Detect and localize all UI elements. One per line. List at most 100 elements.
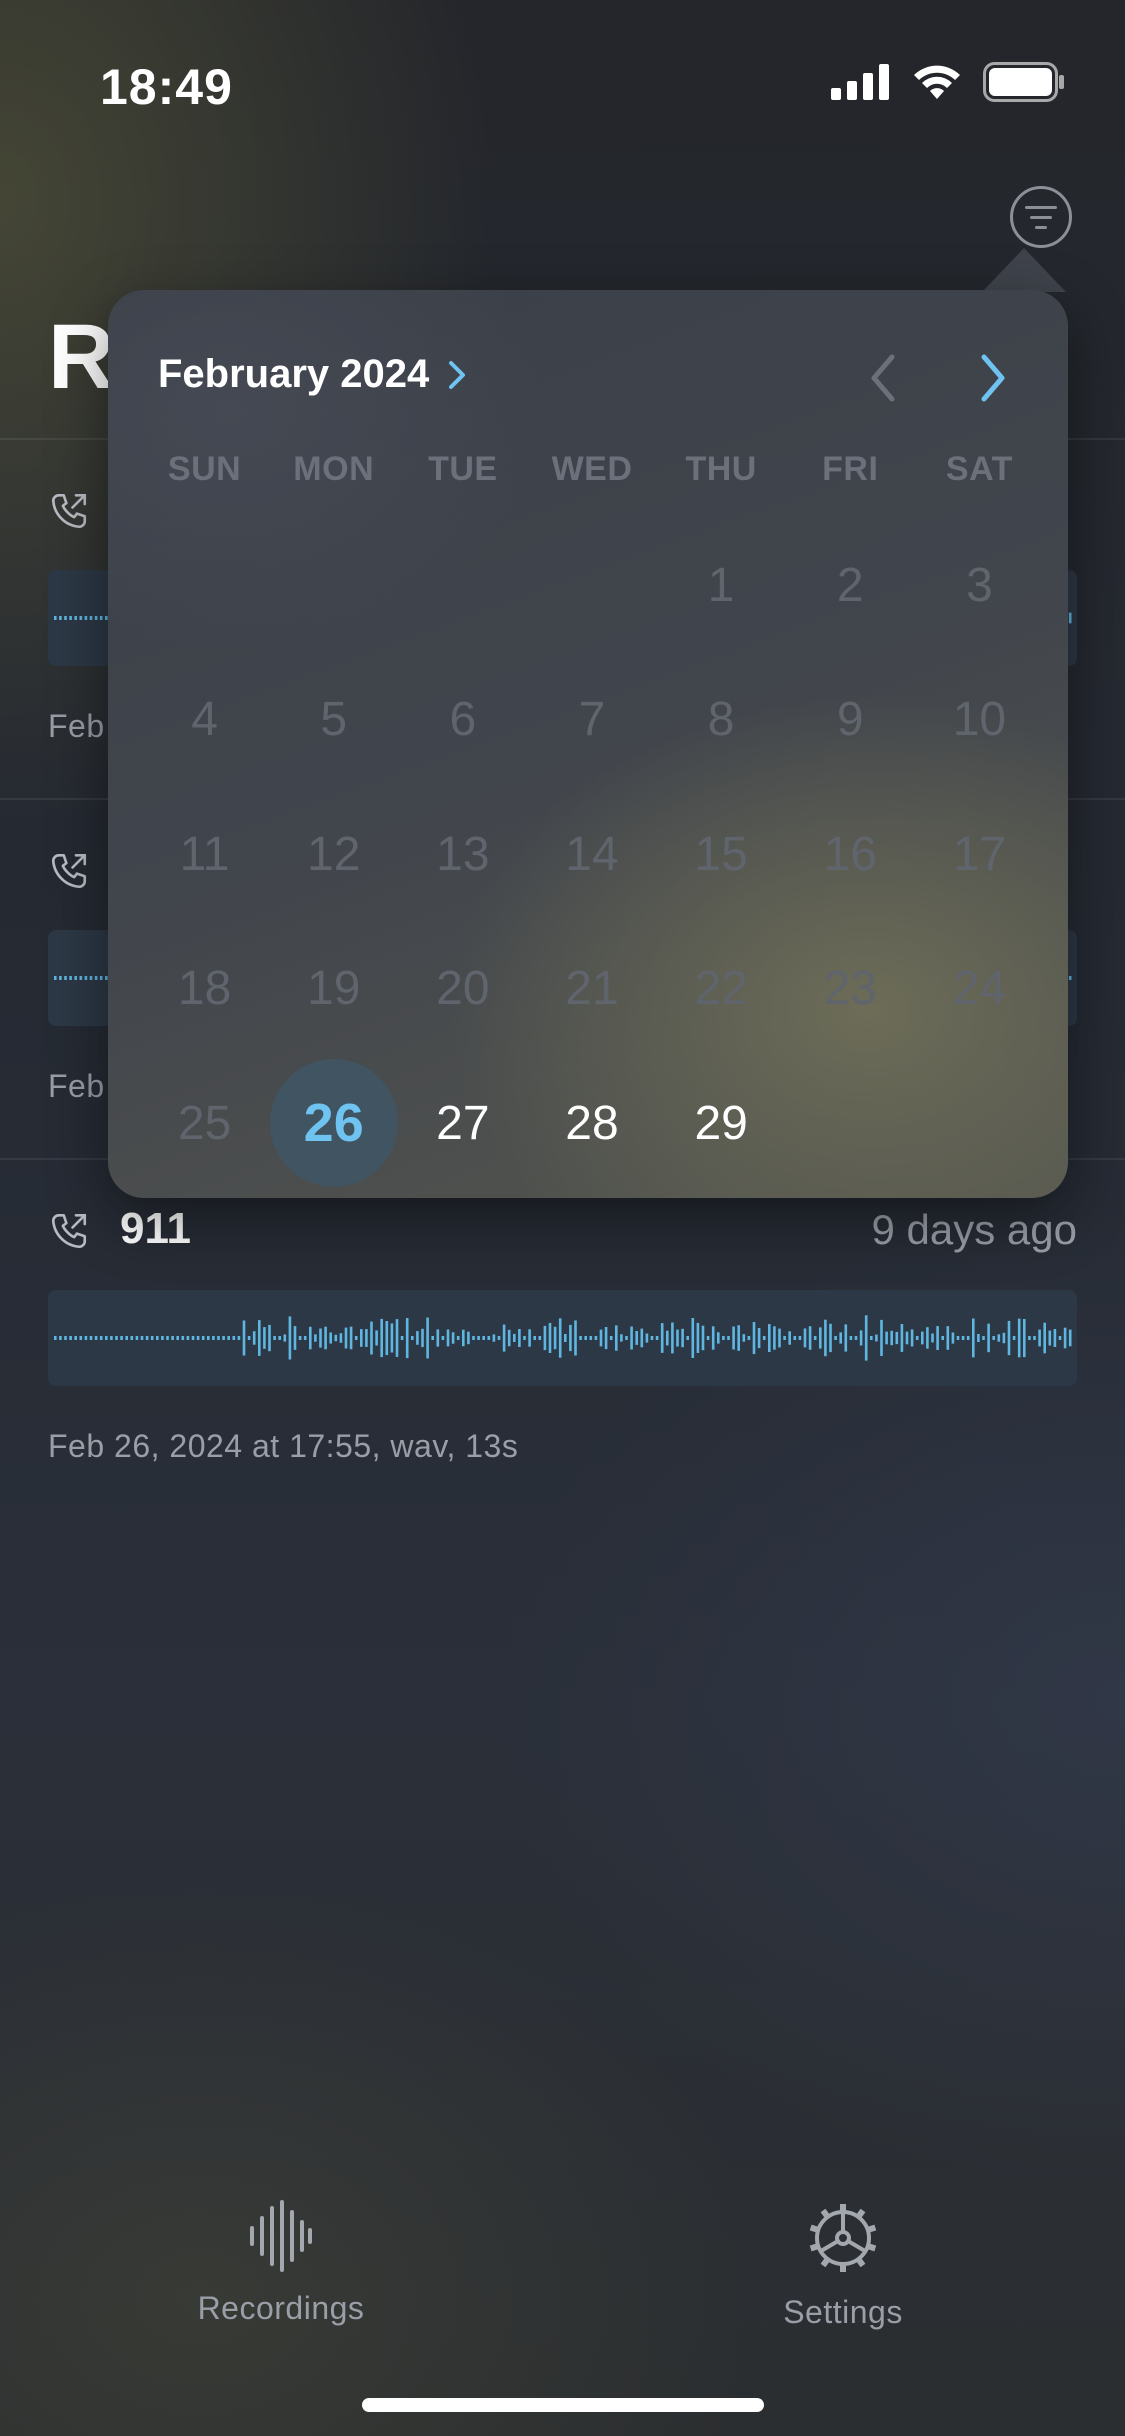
waveform-bar [854,1336,858,1340]
waveform-bar [79,976,83,980]
waveform-bar [717,1332,720,1344]
calendar-day: 3 [966,558,993,612]
calendar-day[interactable]: 27 [398,1056,527,1191]
waveform-bar [564,1334,567,1342]
waveform-bar [732,1326,735,1350]
waveform-icon [250,2200,312,2272]
calendar-days: 1 2 3 4 5 6 7 8 9 10 11 12 13 14 15 16 17 18 19 20 21 22 23 24 2… [140,518,1044,1191]
waveform-bar [237,1336,241,1340]
waveform-bar [212,1336,215,1340]
calendar-day: 22 [694,962,748,1016]
month-selector[interactable]: February 2024 [158,352,467,397]
waveform-bar [482,1336,485,1340]
waveform[interactable] [48,1290,1077,1386]
filter-button[interactable] [1010,186,1072,248]
gear-tooth [840,2204,846,2213]
waveform-bar [666,1330,669,1346]
waveform-bar [548,1322,552,1353]
waveform-bar [477,1336,480,1340]
waveform-bar [426,1317,429,1359]
waveform-bar [946,1326,950,1350]
waveform-bar [278,1336,281,1340]
waveform-bar [895,1331,899,1345]
waveform-bar [757,1328,761,1349]
waveform-bar [370,1321,373,1355]
waveform-bar [201,1336,205,1340]
waveform-bar [105,1336,108,1340]
waveform-bar [671,1322,674,1354]
recording-row[interactable]: 911 9 days ago Feb 26, 2024 at 17:55, wa… [0,1160,1125,1500]
gear-tooth [840,2263,846,2272]
waveform-bar [125,1336,128,1340]
waveform-bar [59,976,62,980]
calendar-day[interactable]: 28 [527,1056,656,1191]
tab-settings[interactable]: Settings [693,2200,993,2331]
page-title: R [48,306,115,408]
waveform-bar [839,1332,842,1344]
waveform-bar [99,616,103,620]
waveform-bar [1048,1330,1052,1346]
waveform-bar [523,1336,526,1340]
waveform-bar [405,1318,409,1359]
waveform-bar [701,1325,705,1351]
month-label: February 2024 [158,352,430,396]
waveform-bar [99,1336,103,1340]
tab-recordings[interactable]: Recordings [131,2200,431,2327]
waveform-bar [569,1324,572,1352]
previous-month-button[interactable] [848,338,918,418]
waveform-bar [890,1330,893,1346]
waveform-bar [171,1336,174,1340]
next-month-button[interactable] [958,338,1028,418]
waveform-bar [553,1326,557,1350]
waveform-bar [808,1326,812,1350]
filter-icon [1025,205,1057,209]
selected-day-indicator: 26 [269,1059,398,1188]
calendar-day[interactable]: 26 [269,1056,398,1191]
waveform-bar [579,1336,582,1340]
chevron-left-icon [871,354,895,402]
weekday-label: MON [293,450,375,488]
waveform-bar [961,1336,965,1340]
waveform-bar [645,1333,649,1343]
waveform-bar [1033,1336,1036,1340]
waveform-bar [696,1322,700,1353]
waveform-bar [324,1326,327,1350]
waveform-bar [395,1319,399,1357]
waveform-bar [54,1336,57,1340]
waveform-bar [829,1323,832,1353]
waveform-bar [54,976,57,980]
waveform-bar [655,1336,659,1340]
waveform-bar [747,1336,751,1340]
waveform-bar [492,1334,496,1342]
waveform-bar [778,1328,781,1348]
waveform-bar [630,1326,633,1350]
waveform-bar [936,1326,939,1350]
waveform-bar [803,1328,807,1348]
waveform-bar [99,976,103,980]
waveform-bar [94,976,98,980]
calendar-day: 21 [565,962,619,1016]
waveform-bar [1002,1332,1006,1344]
waveform-bar [844,1324,848,1352]
waveform-bar [380,1318,383,1358]
waveform-bar [89,1336,93,1340]
waveform-bar [298,1336,302,1340]
waveform-bar [288,1316,292,1360]
chevron-right-icon [981,354,1005,402]
waveform-bar [880,1319,883,1356]
waveform-bar [59,1336,62,1340]
waveform-svg [54,1315,1072,1361]
waveform-bar [599,1329,603,1347]
calendar-day[interactable]: 29 [657,1056,786,1191]
waveform-bar [859,1330,863,1346]
waveform-bar [456,1336,460,1340]
calendar-day: 18 [177,962,232,1016]
gear-icon [809,2204,877,2272]
outgoing-call-icon [51,493,87,529]
calendar-day: 11 [179,827,230,881]
calendar-popover: February 2024 SUN MON TUE WED THU FRI SA… [108,290,1068,1198]
recording-meta: Feb [48,708,105,744]
waveform-bar [166,1336,169,1340]
waveform-bar [94,1336,98,1340]
calendar-day: 12 [307,827,361,881]
